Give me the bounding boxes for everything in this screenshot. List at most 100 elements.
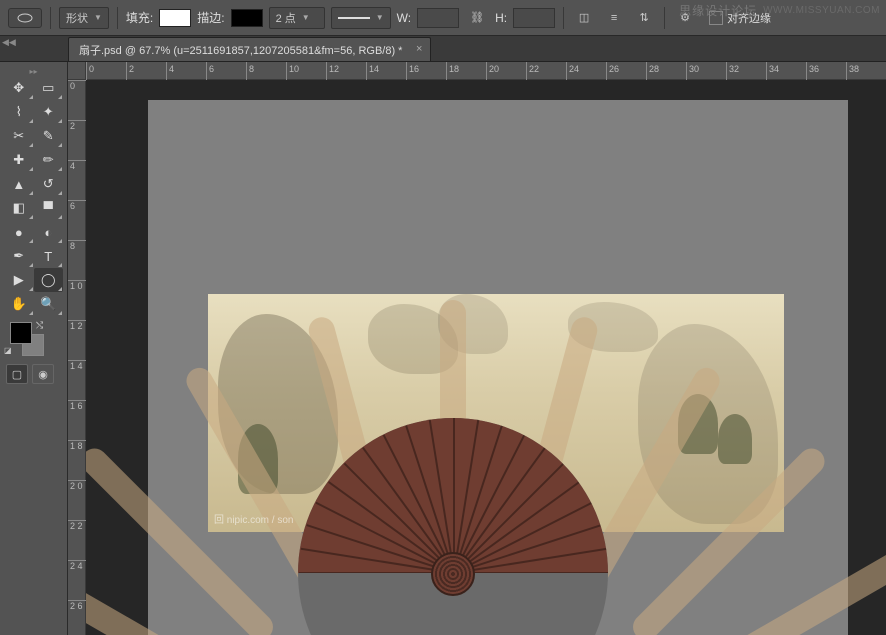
default-colors-icon[interactable]: ◪ <box>4 346 12 355</box>
move-tool[interactable]: ✥ <box>4 76 34 100</box>
toolbox-drag-handle[interactable]: ▸▸ <box>0 66 67 76</box>
type-tool[interactable]: T <box>34 244 64 268</box>
fan-hub <box>431 552 475 596</box>
color-picker: ⤭ ◪ <box>0 316 67 360</box>
brand-cn: 思缘设计论坛 <box>679 2 757 19</box>
dodge-tool[interactable]: ◐ <box>34 220 64 244</box>
ruler-tick: 10 <box>286 62 299 80</box>
width-label: W: <box>397 11 411 25</box>
ruler-tick: 1 6 <box>68 400 86 411</box>
ruler-tick: 8 <box>246 62 254 80</box>
ruler-tick: 8 <box>68 240 86 251</box>
ruler-origin[interactable] <box>68 62 86 80</box>
horizontal-ruler[interactable]: 02468101214161820222426283032343638 <box>86 62 886 80</box>
ruler-tick: 22 <box>526 62 539 80</box>
document-tab-bar: ◀◀ 扇子.psd @ 67.7% (u=2511691857,12072055… <box>0 36 886 62</box>
width-input[interactable] <box>417 8 459 28</box>
watermark-brand: 思缘设计论坛 WWW.MISSYUAN.COM <box>679 2 880 19</box>
ruler-tick: 18 <box>446 62 459 80</box>
ruler-tick: 2 6 <box>68 600 86 611</box>
ruler-tick: 14 <box>366 62 379 80</box>
ruler-tick: 2 <box>68 120 86 131</box>
ruler-tick: 6 <box>206 62 214 80</box>
tool-preset-picker[interactable] <box>8 8 42 28</box>
edit-mode-group: ▢ ◉ <box>0 360 67 388</box>
ruler-tick: 20 <box>486 62 499 80</box>
align-icon[interactable]: ≡ <box>602 7 626 29</box>
ruler-tick: 32 <box>726 62 739 80</box>
chevron-down-icon: ▼ <box>94 13 102 22</box>
ruler-tick: 28 <box>646 62 659 80</box>
stroke-label: 描边: <box>197 9 224 26</box>
marquee-tool[interactable]: ▭ <box>34 76 64 100</box>
ruler-tick: 1 2 <box>68 320 86 331</box>
ruler-tick: 12 <box>326 62 339 80</box>
document-tab-title: 扇子.psd @ 67.7% (u=2511691857,1207205581&… <box>79 42 402 58</box>
arrange-icon[interactable]: ⇅ <box>632 7 656 29</box>
ruler-tick: 2 0 <box>68 480 86 491</box>
lasso-tool[interactable]: ⌇ <box>4 100 34 124</box>
image-watermark: 回 nipic.com / son <box>214 511 293 526</box>
brush-tool[interactable]: ✏ <box>34 148 64 172</box>
stroke-line-icon <box>338 12 370 24</box>
path-select-tool[interactable]: ▶ <box>4 268 34 292</box>
height-label: H: <box>495 11 507 25</box>
ruler-tick: 38 <box>846 62 859 80</box>
hand-tool[interactable]: ✋ <box>4 292 34 316</box>
document-tab[interactable]: 扇子.psd @ 67.7% (u=2511691857,1207205581&… <box>68 37 431 61</box>
ruler-tick: 16 <box>406 62 419 80</box>
stroke-width-dropdown[interactable]: 2 点 ▼ <box>269 7 325 29</box>
eyedropper-tool[interactable]: ✎ <box>34 124 64 148</box>
shape-mode-dropdown[interactable]: 形状 ▼ <box>59 7 109 29</box>
magic-wand-tool[interactable]: ✦ <box>34 100 64 124</box>
quickmask-mode-button[interactable]: ◉ <box>32 364 54 384</box>
ruler-tick: 2 <box>126 62 134 80</box>
zoom-tool[interactable]: 🔍 <box>34 292 64 316</box>
toolbox: ▸▸ ✥▭⌇✦✂✎✚✏▲↺◧▀●◐✒T▶◯✋🔍 ⤭ ◪ ▢ ◉ <box>0 62 68 635</box>
height-input[interactable] <box>513 8 555 28</box>
ruler-tick: 2 4 <box>68 560 86 571</box>
ruler-tick: 1 8 <box>68 440 86 451</box>
stroke-width-value: 2 点 <box>276 10 296 26</box>
ruler-tick: 4 <box>166 62 174 80</box>
chevron-down-icon: ▼ <box>376 13 384 22</box>
link-icon[interactable]: ⛓ <box>465 7 489 29</box>
pen-tool[interactable]: ✒ <box>4 244 34 268</box>
crop-tool[interactable]: ✂ <box>4 124 34 148</box>
foreground-color-swatch[interactable] <box>10 322 32 344</box>
chevron-down-icon: ▼ <box>302 13 310 22</box>
ruler-tick: 1 4 <box>68 360 86 371</box>
eraser-tool[interactable]: ◧ <box>4 196 34 220</box>
stroke-style-dropdown[interactable]: ▼ <box>331 7 391 29</box>
ruler-tick: 1 0 <box>68 280 86 291</box>
ruler-tick: 34 <box>766 62 779 80</box>
collapse-handle-icon[interactable]: ◀◀ <box>0 37 18 48</box>
stamp-tool[interactable]: ▲ <box>4 172 34 196</box>
ruler-tick: 4 <box>68 160 86 171</box>
pathops-icon[interactable]: ◫ <box>572 7 596 29</box>
vertical-ruler[interactable]: 0 2 4 6 8 1 0 1 2 1 4 1 6 1 8 2 0 2 2 2 4 2 6 <box>68 80 86 635</box>
history-brush-tool[interactable]: ↺ <box>34 172 64 196</box>
ruler-tick: 0 <box>86 62 94 80</box>
shape-tool[interactable]: ◯ <box>34 268 64 292</box>
stroke-swatch[interactable] <box>231 9 263 27</box>
ruler-tick: 6 <box>68 200 86 211</box>
ruler-tick: 24 <box>566 62 579 80</box>
brand-url: WWW.MISSYUAN.COM <box>763 5 880 16</box>
canvas-viewport[interactable]: 回 nipic.com / son <box>86 80 886 635</box>
shape-mode-label: 形状 <box>66 10 88 26</box>
blur-tool[interactable]: ● <box>4 220 34 244</box>
artboard: 回 nipic.com / son <box>148 100 848 635</box>
fill-swatch[interactable] <box>159 9 191 27</box>
standard-mode-button[interactable]: ▢ <box>6 364 28 384</box>
gradient-tool[interactable]: ▀ <box>34 196 64 220</box>
close-icon[interactable]: × <box>416 43 422 55</box>
ruler-tick: 30 <box>686 62 699 80</box>
ruler-tick: 36 <box>806 62 819 80</box>
ruler-tick: 0 <box>68 80 86 91</box>
healing-tool[interactable]: ✚ <box>4 148 34 172</box>
ruler-tick: 2 2 <box>68 520 86 531</box>
swap-colors-icon[interactable]: ⤭ <box>36 320 43 331</box>
fill-label: 填充: <box>126 9 153 26</box>
ruler-tick: 26 <box>606 62 619 80</box>
